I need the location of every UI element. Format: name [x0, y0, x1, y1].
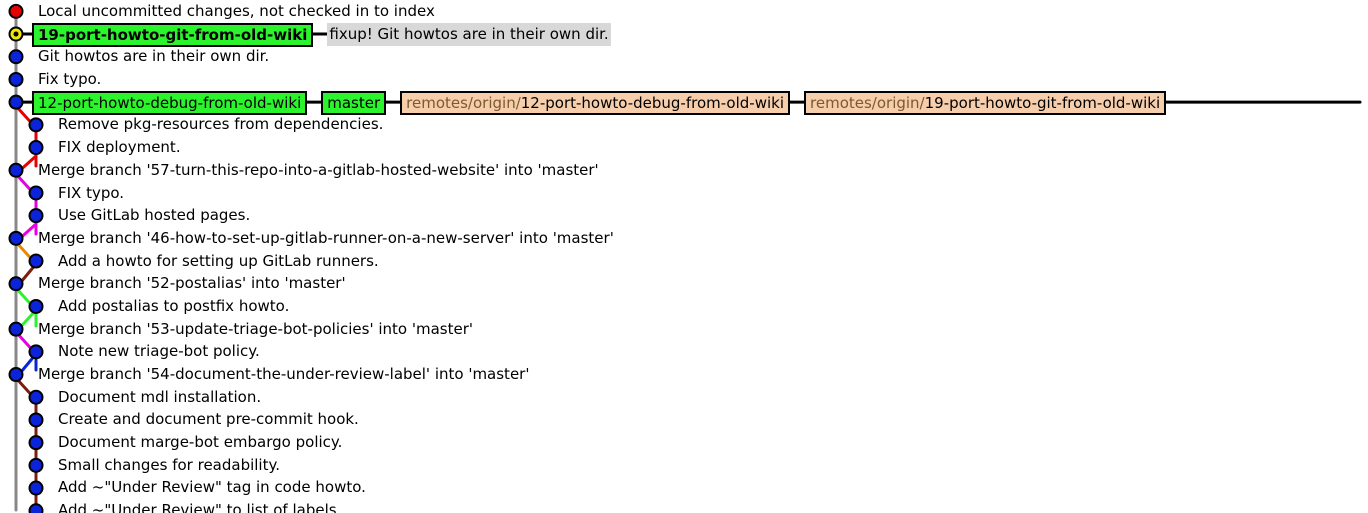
commit-row[interactable]: 19-port-howto-git-from-old-wiki fixup! Gi… — [0, 23, 1368, 46]
commit-row[interactable]: Create and document pre-commit hook. — [0, 408, 1368, 431]
ref-label[interactable]: remotes/origin/19-port-howto-git-from-ol… — [804, 91, 1166, 115]
commit-row[interactable]: FIX typo. — [0, 182, 1368, 205]
ref-label[interactable]: master — [321, 91, 386, 115]
commit-row[interactable]: Merge branch '52-postalias' into 'master… — [0, 272, 1368, 295]
commit-message: Add ~"Under Review" tag in code howto. — [56, 476, 368, 499]
git-log-graph[interactable]: { "rows": [ { "lane": 0, "dot": "red", "… — [0, 0, 1368, 513]
commit-message: FIX deployment. — [56, 136, 183, 159]
commit-message: Document mdl installation. — [56, 386, 263, 409]
commit-row[interactable]: Add a howto for setting up GitLab runner… — [0, 250, 1368, 273]
commit-row[interactable]: Use GitLab hosted pages. — [0, 204, 1368, 227]
commit-row[interactable]: Add postalias to postfix howto. — [0, 295, 1368, 318]
commit-message: Remove pkg-resources from dependencies. — [56, 113, 385, 136]
ref-label[interactable]: 12-port-howto-debug-from-old-wiki — [32, 91, 307, 115]
commit-message: Merge branch '52-postalias' into 'master… — [36, 272, 348, 295]
commit-row[interactable]: Merge branch '54-document-the-under-revi… — [0, 363, 1368, 386]
commit-row[interactable]: Fix typo. — [0, 68, 1368, 91]
commit-message: Note new triage-bot policy. — [56, 340, 262, 363]
commit-message: Merge branch '46-how-to-set-up-gitlab-ru… — [36, 227, 616, 250]
commit-row[interactable]: Note new triage-bot policy. — [0, 340, 1368, 363]
commit-message: Merge branch '57-turn-this-repo-into-a-g… — [36, 159, 601, 182]
commit-list: Local uncommitted changes, not checked i… — [0, 0, 1368, 513]
commit-message: FIX typo. — [56, 182, 126, 205]
commit-message: Create and document pre-commit hook. — [56, 408, 361, 431]
commit-row[interactable]: FIX deployment. — [0, 136, 1368, 159]
commit-row[interactable]: Merge branch '57-turn-this-repo-into-a-g… — [0, 159, 1368, 182]
commit-message: Local uncommitted changes, not checked i… — [36, 0, 437, 23]
commit-message: Add a howto for setting up GitLab runner… — [56, 250, 381, 273]
commit-message: Use GitLab hosted pages. — [56, 204, 252, 227]
commit-row[interactable]: Git howtos are in their own dir. — [0, 45, 1368, 68]
commit-message: Document marge-bot embargo policy. — [56, 431, 344, 454]
commit-row[interactable]: 12-port-howto-debug-from-old-wikimasterr… — [0, 91, 1368, 114]
commit-message: Add ~"Under Review" to list of labels. — [56, 499, 343, 513]
commit-row[interactable]: Local uncommitted changes, not checked i… — [0, 0, 1368, 23]
commit-message: Merge branch '54-document-the-under-revi… — [36, 363, 531, 386]
commit-row[interactable]: Document mdl installation. — [0, 386, 1368, 409]
ref-label[interactable]: remotes/origin/12-port-howto-debug-from-… — [400, 91, 790, 115]
commit-row[interactable]: Document marge-bot embargo policy. — [0, 431, 1368, 454]
commit-message: Git howtos are in their own dir. — [36, 45, 271, 68]
commit-row[interactable]: Add ~"Under Review" tag in code howto. — [0, 476, 1368, 499]
commit-message: Add postalias to postfix howto. — [56, 295, 291, 318]
commit-message: fixup! Git howtos are in their own dir. — [327, 23, 610, 46]
commit-row[interactable]: Add ~"Under Review" to list of labels. — [0, 499, 1368, 513]
commit-row[interactable]: Remove pkg-resources from dependencies. — [0, 113, 1368, 136]
commit-message: Small changes for readability. — [56, 454, 282, 477]
commit-message: Fix typo. — [36, 68, 103, 91]
commit-row[interactable]: Merge branch '46-how-to-set-up-gitlab-ru… — [0, 227, 1368, 250]
commit-row[interactable]: Small changes for readability. — [0, 454, 1368, 477]
commit-message: Merge branch '53-update-triage-bot-polic… — [36, 318, 475, 341]
ref-label[interactable]: 19-port-howto-git-from-old-wiki — [32, 23, 313, 47]
commit-row[interactable]: Merge branch '53-update-triage-bot-polic… — [0, 318, 1368, 341]
